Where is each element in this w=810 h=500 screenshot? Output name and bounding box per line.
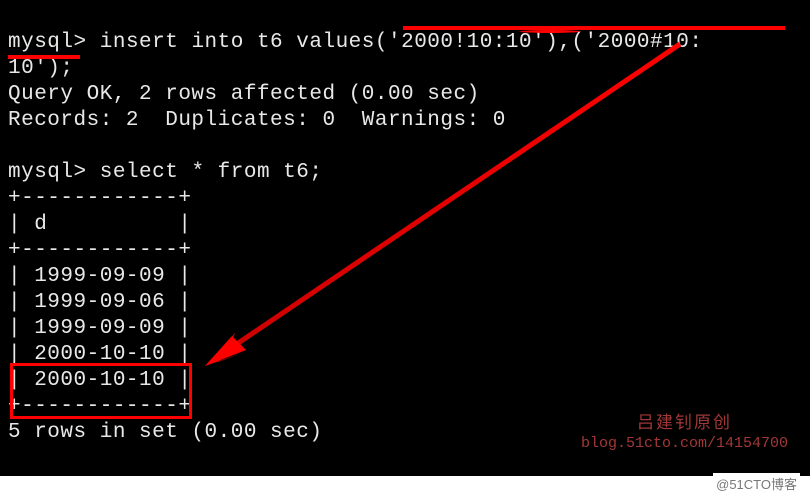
query-ok-line: Query OK, 2 rows affected (0.00 sec) xyxy=(8,83,480,106)
watermark: 吕建钊原创 blog.51cto.com/14154700 xyxy=(581,408,788,452)
table-row: | 1999-09-09 | xyxy=(8,265,191,288)
prompt: mysql> xyxy=(8,31,87,54)
insert-values: ('2000!10:10'),('2000#10: xyxy=(375,31,703,54)
table-border-mid: +------------+ xyxy=(8,239,191,262)
table-border-top: +------------+ xyxy=(8,187,191,210)
watermark-url: blog.51cto.com/14154700 xyxy=(581,435,788,452)
prompt: mysql> xyxy=(8,161,87,184)
annotation-underline-1 xyxy=(403,26,785,30)
select-cmd: select * from t6; xyxy=(100,161,323,184)
table-row: | 1999-09-09 | xyxy=(8,317,191,340)
footer-strip xyxy=(0,476,810,500)
table-row: | 1999-09-06 | xyxy=(8,291,191,314)
watermark-author: 吕建钊原创 xyxy=(581,408,788,433)
insert-cmd-part1: insert into t6 values xyxy=(100,31,375,54)
insert-cmd-part2: 10'); xyxy=(8,57,74,80)
footer-attribution: @51CTO博客 xyxy=(713,473,800,494)
records-line: Records: 2 Duplicates: 0 Warnings: 0 xyxy=(8,109,506,132)
table-header: | d | xyxy=(8,213,191,236)
annotation-result-box xyxy=(10,363,192,419)
result-line: 5 rows in set (0.00 sec) xyxy=(8,421,322,444)
annotation-underline-2 xyxy=(8,55,80,59)
annotation-underline-1-curve xyxy=(520,30,580,33)
